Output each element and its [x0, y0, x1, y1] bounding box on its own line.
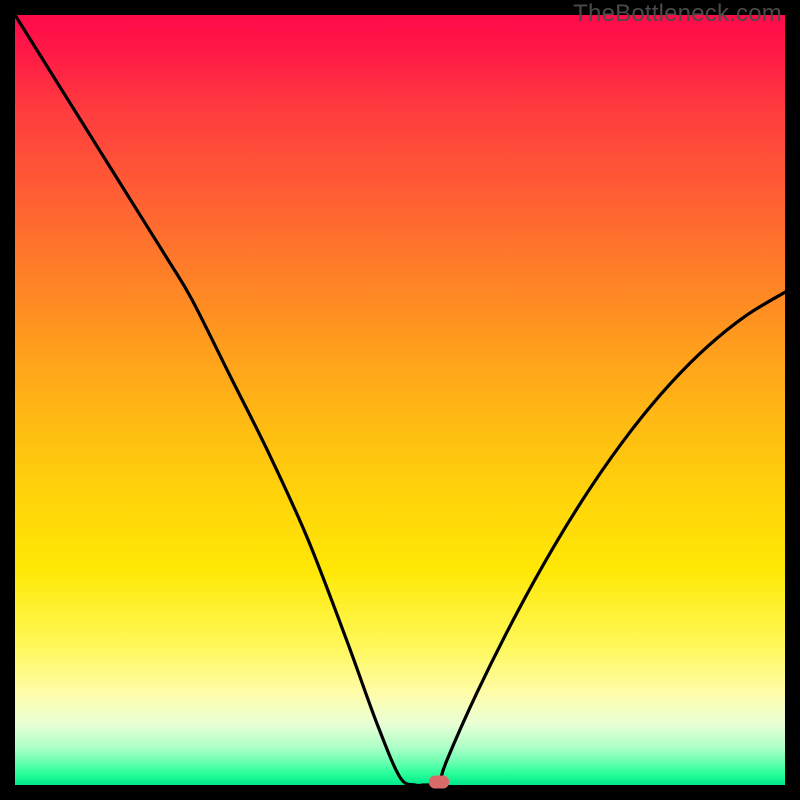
optimal-point-marker [429, 776, 449, 789]
chart-container: TheBottleneck.com [0, 0, 800, 800]
watermark-text: TheBottleneck.com [573, 0, 782, 28]
bottleneck-curve [15, 15, 785, 785]
